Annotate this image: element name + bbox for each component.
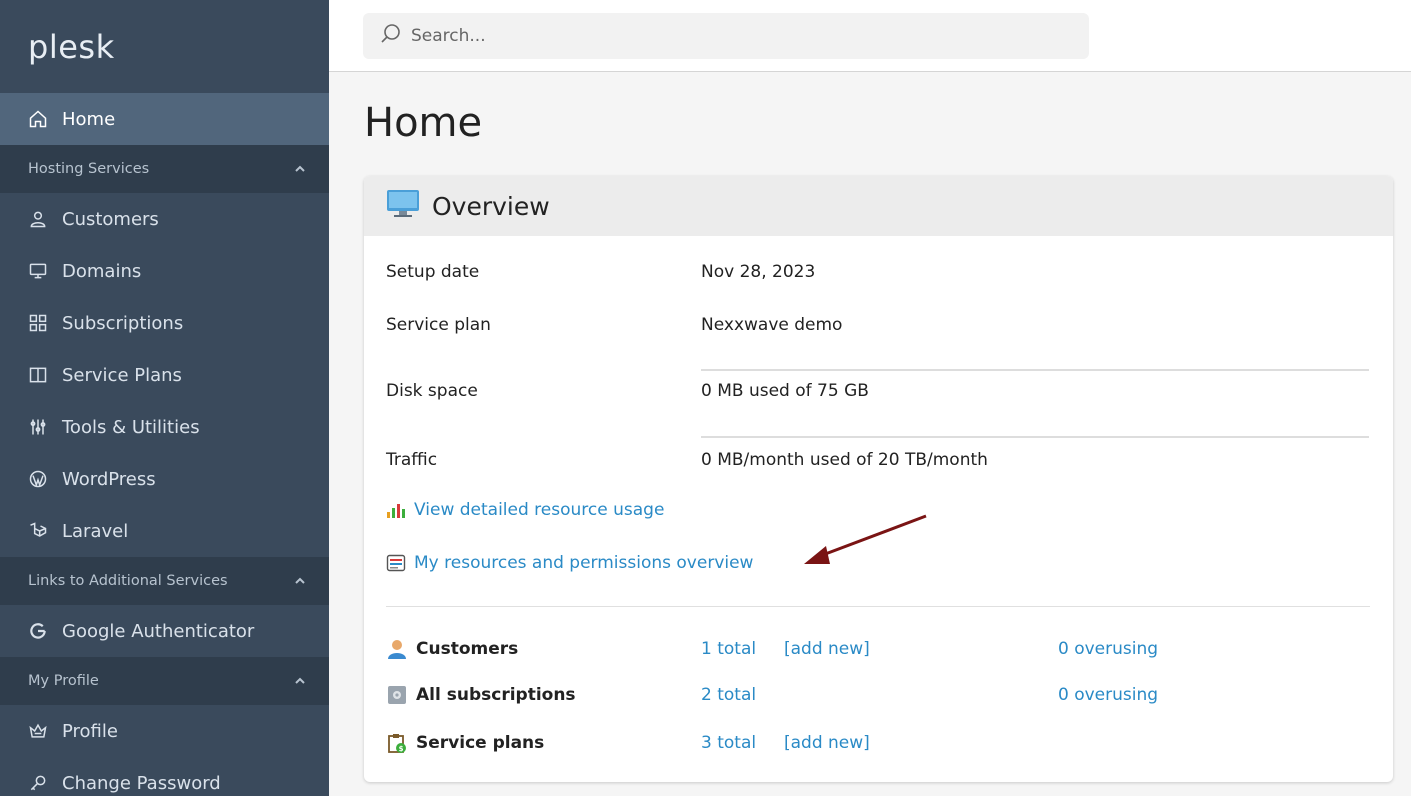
- section-label: Hosting Services: [28, 161, 150, 177]
- add-service-plan-link[interactable]: [add new]: [784, 733, 870, 753]
- sidebar-item-label: Google Authenticator: [62, 620, 255, 642]
- sidebar-item-subscriptions[interactable]: Subscriptions: [0, 297, 329, 349]
- row-value: 0 MB used of 75 GB: [701, 381, 869, 401]
- resource-usage-link-row[interactable]: View detailed resource usage: [386, 500, 664, 520]
- laravel-icon: [28, 521, 48, 541]
- google-icon: [28, 621, 48, 641]
- sidebar-item-label: Tools & Utilities: [62, 416, 200, 438]
- stat-label: Customers: [416, 639, 519, 659]
- annotation-arrow: [804, 514, 927, 564]
- row-label: Traffic: [386, 450, 438, 470]
- stat-service-plans: $ Service plans: [386, 732, 544, 754]
- service-plans-total-link[interactable]: 3 total: [701, 733, 756, 753]
- add-customer-link[interactable]: [add new]: [784, 639, 870, 659]
- subscriptions-overusing-link[interactable]: 0 overusing: [1058, 685, 1158, 705]
- crown-icon: [28, 721, 48, 741]
- traffic-row: Traffic 0 MB/month used of 20 TB/month: [386, 450, 988, 470]
- page-title: Home: [364, 100, 483, 146]
- customers-overusing-link[interactable]: 0 overusing: [1058, 639, 1158, 659]
- sidebar-item-home[interactable]: Home: [0, 93, 329, 145]
- section-hosting-services[interactable]: Hosting Services: [0, 145, 329, 193]
- overview-title: Overview: [432, 191, 550, 221]
- section-label: My Profile: [28, 673, 99, 689]
- book-icon: [28, 365, 48, 385]
- sidebar-item-domains[interactable]: Domains: [0, 245, 329, 297]
- permissions-link-row[interactable]: My resources and permissions overview: [386, 553, 753, 573]
- sidebar-item-customers[interactable]: Customers: [0, 193, 329, 245]
- sidebar-item-laravel[interactable]: Laravel: [0, 505, 329, 557]
- chevron-up-icon: [293, 674, 307, 688]
- sidebar-item-label: Domains: [62, 260, 142, 282]
- sidebar-item-label: Change Password: [62, 772, 221, 794]
- bar-chart-icon: [386, 500, 406, 520]
- section-additional-services[interactable]: Links to Additional Services: [0, 557, 329, 605]
- grid-icon: [28, 313, 48, 333]
- stat-label: All subscriptions: [416, 685, 576, 705]
- user-icon: [28, 209, 48, 229]
- sidebar-item-google-authenticator[interactable]: Google Authenticator: [0, 605, 329, 657]
- key-icon: [28, 773, 48, 793]
- sidebar-item-label: Subscriptions: [62, 312, 184, 334]
- sliders-icon: [28, 417, 48, 437]
- monitor-icon: [28, 261, 48, 281]
- service-plan-row: Service plan Nexxwave demo: [386, 315, 842, 335]
- sidebar: plesk Home Hosting Services Customers Do…: [0, 0, 329, 796]
- sidebar-item-label: Home: [62, 108, 116, 130]
- search-box[interactable]: [363, 13, 1089, 59]
- sidebar-item-label: Profile: [62, 720, 118, 742]
- view-resource-usage-link[interactable]: View detailed resource usage: [414, 500, 664, 520]
- row-label: Setup date: [386, 262, 480, 282]
- disk-space-row: Disk space 0 MB used of 75 GB: [386, 381, 869, 401]
- traffic-usage-bar: [701, 436, 1369, 438]
- disk-usage-bar: [701, 369, 1369, 371]
- search-input[interactable]: [411, 26, 1071, 46]
- row-value: Nov 28, 2023: [701, 262, 816, 282]
- plesk-logo[interactable]: plesk: [0, 0, 329, 93]
- top-bar: [329, 0, 1411, 72]
- overview-card: Overview Setup date Nov 28, 2023 Service…: [364, 176, 1393, 782]
- stat-subscriptions: All subscriptions: [386, 684, 576, 706]
- row-value: 0 MB/month used of 20 TB/month: [701, 450, 988, 470]
- row-value: Nexxwave demo: [701, 315, 843, 335]
- sidebar-item-profile[interactable]: Profile: [0, 705, 329, 757]
- search-icon: [379, 22, 403, 50]
- chevron-up-icon: [293, 574, 307, 588]
- sidebar-item-label: Customers: [62, 208, 159, 230]
- desktop-icon: [386, 188, 420, 224]
- sidebar-item-service-plans[interactable]: Service Plans: [0, 349, 329, 401]
- sidebar-item-label: WordPress: [62, 468, 156, 490]
- service-plan-icon: $: [386, 732, 408, 754]
- logo-text: plesk: [28, 27, 115, 66]
- sidebar-item-wordpress[interactable]: WordPress: [0, 453, 329, 505]
- svg-text:$: $: [399, 745, 404, 753]
- section-my-profile[interactable]: My Profile: [0, 657, 329, 705]
- stat-customers: Customers: [386, 638, 518, 660]
- wordpress-icon: [28, 469, 48, 489]
- customer-icon: [386, 638, 408, 660]
- sidebar-item-change-password[interactable]: Change Password: [0, 757, 329, 796]
- home-icon: [28, 109, 48, 129]
- sidebar-item-label: Service Plans: [62, 364, 182, 386]
- customers-total-link[interactable]: 1 total: [701, 639, 756, 659]
- permissions-overview-link[interactable]: My resources and permissions overview: [414, 553, 753, 573]
- setup-date-row: Setup date Nov 28, 2023: [386, 262, 815, 282]
- section-label: Links to Additional Services: [28, 573, 228, 589]
- chevron-up-icon: [293, 162, 307, 176]
- row-label: Service plan: [386, 315, 491, 335]
- row-label: Disk space: [386, 381, 478, 401]
- sidebar-item-tools-utilities[interactable]: Tools & Utilities: [0, 401, 329, 453]
- sidebar-item-label: Laravel: [62, 520, 129, 542]
- subscriptions-total-link[interactable]: 2 total: [701, 685, 756, 705]
- overview-header: Overview: [364, 176, 1393, 236]
- list-icon: [386, 553, 406, 573]
- divider: [386, 606, 1370, 607]
- subscription-icon: [386, 684, 408, 706]
- stat-label: Service plans: [416, 733, 545, 753]
